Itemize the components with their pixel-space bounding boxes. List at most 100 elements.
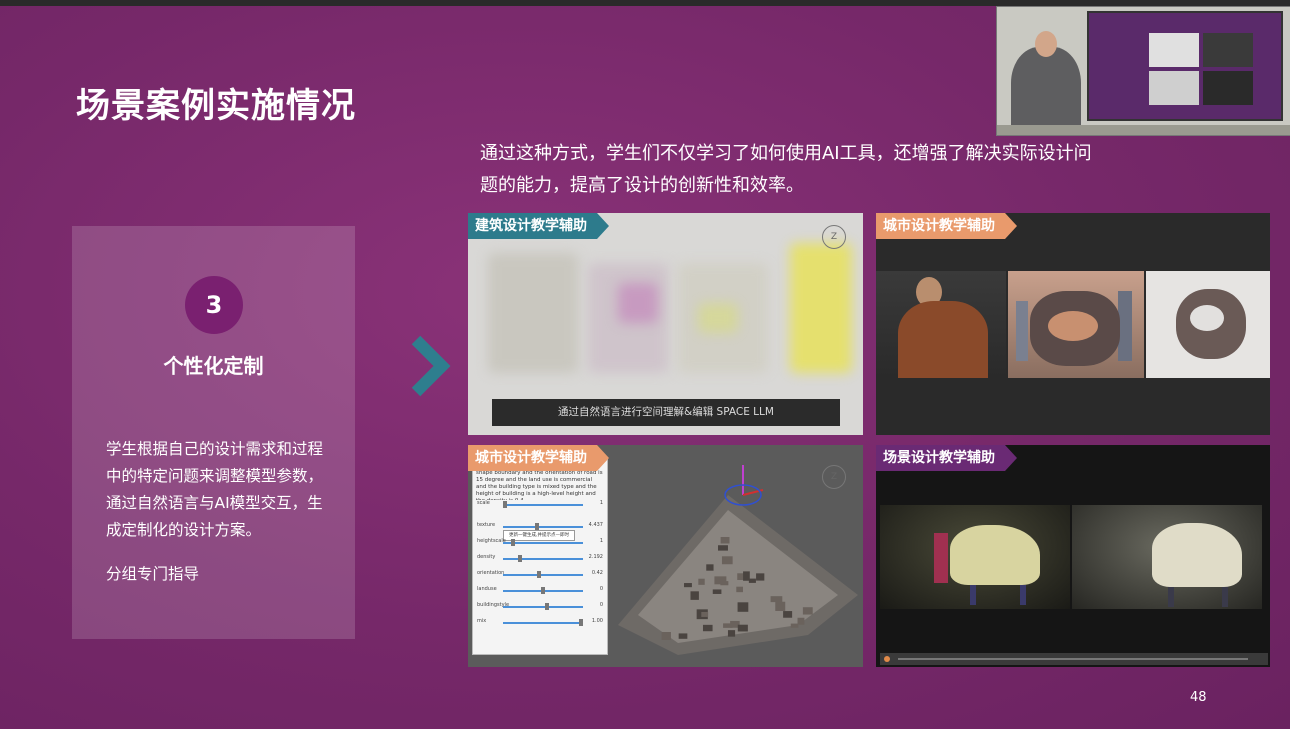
slider-value: 2.192 [588,554,603,560]
chevron-right-icon [411,335,451,397]
building-block [797,617,805,625]
building-block [727,630,736,637]
slider-knob[interactable] [579,619,583,626]
building-block [748,578,756,583]
presentation-slide: 场景案例实施情况 通过这种方式，学生们不仅学习了如何使用AI工具，还增强了解决实… [0,0,1290,729]
intro-text: 通过这种方式，学生们不仅学习了如何使用AI工具，还增强了解决实际设计问题的能力，… [480,143,1092,196]
building-block [723,623,733,628]
architecture-tag: 建筑设计教学辅助 [468,213,609,239]
slider-density[interactable]: density 2.192 [477,554,603,564]
slider-knob[interactable] [503,501,507,508]
presenter-webcam [996,6,1290,136]
slider-track[interactable] [503,504,583,506]
play-icon[interactable] [884,656,890,662]
building-block [783,611,793,618]
scene-design-tag: 场景设计教学辅助 [876,445,1017,471]
step-number-badge: 3 [185,276,243,334]
building-block [698,578,705,585]
building-block [706,564,714,571]
slider-track[interactable] [503,542,583,544]
parameter-panel: Design a city, the boundary is a triangl… [472,459,608,655]
slider-scale[interactable]: scale 1 [477,500,603,510]
slider-heightscale[interactable]: heightscale 1 [477,538,603,548]
slider-label: landuse [477,586,497,592]
slider-track[interactable] [503,622,583,624]
slider-landuse[interactable]: landuse 0 [477,586,603,596]
slider-knob[interactable] [541,587,545,594]
building-block [702,624,713,632]
logo-icon: Z [822,225,846,249]
video-progress-bar[interactable] [880,653,1268,665]
blurred-image [698,303,738,333]
slider-value: 0 [599,586,603,592]
card-title: 个性化定制 [163,354,264,378]
urban-design-tag-1: 城市设计教学辅助 [876,213,1017,239]
urban-design-tag-2: 城市设计教学辅助 [468,445,609,471]
urban-design-panel-2: 城市设计教学辅助 Design a city, the boundary is … [468,445,863,667]
building-block [737,624,748,632]
slide-title: 场景案例实施情况 [76,86,356,126]
slider-knob[interactable] [537,571,542,578]
building-block [718,545,728,551]
slider-label: heightscale [477,538,506,544]
slider-track[interactable] [503,606,583,608]
slider-track[interactable] [503,574,583,576]
blurred-image [790,243,852,373]
slider-texture[interactable]: texture 4.437 [477,522,603,532]
slider-orientation[interactable]: orientation 0.42 [477,570,603,580]
blurred-image [488,253,578,373]
building-block [721,556,733,565]
page-number: 48 [1190,690,1207,705]
scene-image-left [880,505,1070,609]
slider-value: 0.42 [591,570,603,576]
portrait-image [876,271,1006,378]
city-model-view [618,465,858,655]
slider-track[interactable] [503,526,583,528]
architecture-panel: 建筑设计教学辅助 Z 通过自然语言进行空间理解&编辑 SPACE LLM [468,213,863,435]
building-block [661,632,671,640]
logo-icon: Z [822,465,846,489]
scene-image-right [1072,505,1262,609]
slider-value: 4.437 [588,522,603,528]
building-block [712,589,722,594]
presenter [1011,47,1081,135]
blurred-image [618,283,658,323]
city-render-image [1008,271,1144,378]
slider-value: 0 [599,602,603,608]
slider-label: orientation [477,570,505,576]
building-block [790,623,799,628]
building-block [720,581,729,586]
feature-card: 3 个性化定制 学生根据自己的设计需求和过程中的特定问题来调整模型参数，通过自然… [72,226,355,639]
building-block [737,602,749,612]
slider-buildingstyle[interactable]: buildingstyle 0 [477,602,603,612]
slider-value: 1.00 [591,618,603,624]
card-description: 学生根据自己的设计需求和过程中的特定问题来调整模型参数，通过自然语言与AI模型交… [106,440,324,539]
building-block [678,633,688,639]
building-block [701,611,709,617]
building-block [802,607,813,615]
slider-label: density [477,554,496,560]
building-block [684,583,692,588]
slider-track[interactable] [503,558,583,560]
building-block [690,591,699,600]
slider-mix[interactable]: mix 1.00 [477,618,603,628]
slider-knob[interactable] [534,523,539,530]
presenter-head [1035,31,1057,57]
card-note: 分组专门指导 [106,565,200,583]
building-block [736,586,743,593]
caption-bar: 通过自然语言进行空间理解&编辑 SPACE LLM [492,399,840,426]
slider-knob[interactable] [510,539,515,546]
urban-design-panel-1: 城市设计教学辅助 [876,213,1270,435]
slider-knob[interactable] [518,555,523,562]
projector-screen [1087,11,1283,121]
slider-knob[interactable] [544,603,549,610]
scene-design-panel: 场景设计教学辅助 [876,445,1270,667]
slider-value: 1 [599,538,603,544]
building-block [770,596,783,603]
slider-label: scale [477,500,490,506]
slider-label: mix [477,618,487,624]
sculpture-image [1146,271,1270,378]
building-block [756,573,765,581]
slider-label: texture [477,522,496,528]
building-block [720,536,730,544]
